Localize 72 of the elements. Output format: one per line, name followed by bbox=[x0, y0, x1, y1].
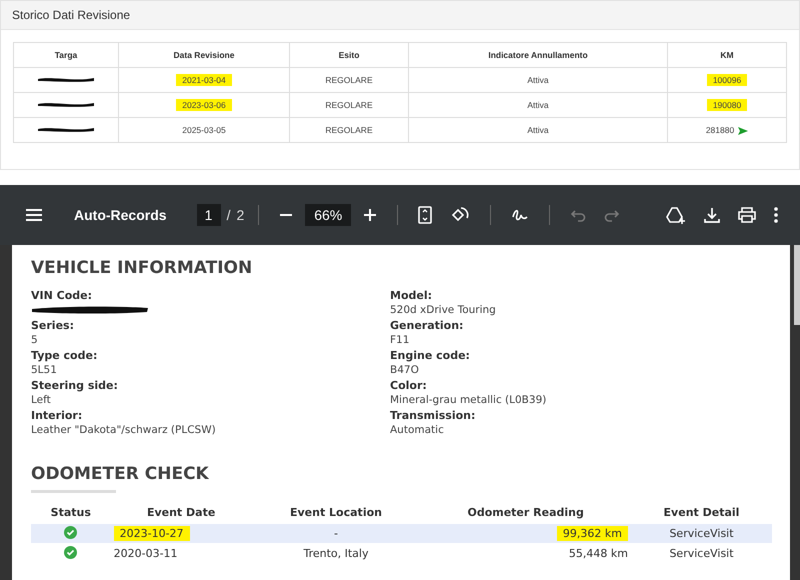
column-header: KM bbox=[668, 42, 786, 68]
km-text: 100096 bbox=[706, 74, 748, 86]
page-count: 2 bbox=[236, 207, 244, 223]
column-header: Event Date bbox=[146, 506, 216, 521]
reading-text: 99,362 km bbox=[556, 526, 628, 541]
field-label: Steering side: bbox=[31, 378, 118, 393]
column-header: Data Revisione bbox=[118, 42, 290, 68]
column-header: Event Detail bbox=[662, 506, 740, 521]
column-header: Status bbox=[50, 506, 92, 521]
download-icon bbox=[704, 207, 720, 223]
field-label: Type code: bbox=[31, 348, 98, 363]
field-label: Transmission: bbox=[390, 408, 476, 423]
detail-text: ServiceVisit bbox=[669, 527, 734, 540]
plus-icon bbox=[363, 208, 378, 222]
status-text: Attiva bbox=[527, 100, 549, 110]
field-label: Series: bbox=[31, 318, 74, 333]
field-label: VIN Code: bbox=[31, 288, 92, 303]
date-text: 2023-03-06 bbox=[176, 99, 232, 111]
field-label: Generation: bbox=[390, 318, 464, 333]
print-icon bbox=[738, 207, 756, 223]
column-header: Event Location bbox=[288, 506, 383, 521]
triangle-plus-icon bbox=[666, 206, 686, 224]
result-text: REGOLARE bbox=[325, 75, 373, 85]
km-text: 190080 bbox=[706, 99, 748, 111]
undo-icon bbox=[570, 208, 586, 222]
km-text: 281880 bbox=[706, 125, 734, 135]
field-value: 520d xDrive Touring bbox=[390, 303, 496, 318]
redaction-mark bbox=[36, 100, 96, 108]
result-text: REGOLARE bbox=[325, 125, 373, 135]
section-heading: ODOMETER CHECK bbox=[31, 464, 210, 484]
location-text: - bbox=[334, 527, 338, 540]
field-label: Interior: bbox=[31, 408, 82, 423]
column-header: Odometer Reading bbox=[466, 506, 585, 521]
field-value: Mineral-grau metallic (L0B39) bbox=[390, 393, 546, 408]
column-header: Targa bbox=[14, 42, 118, 68]
redaction-mark bbox=[36, 75, 96, 83]
document-title: Auto-Records bbox=[74, 207, 167, 223]
redo-icon bbox=[604, 208, 620, 222]
result-text: REGOLARE bbox=[325, 100, 373, 110]
field-label: Color: bbox=[390, 378, 427, 393]
fit-page-icon bbox=[418, 206, 432, 224]
status-text: Attiva bbox=[527, 75, 549, 85]
date-text: 2023-10-27 bbox=[114, 526, 190, 541]
field-value: Left bbox=[31, 393, 51, 408]
rotate-icon bbox=[450, 206, 470, 224]
field-value: F11 bbox=[390, 333, 410, 348]
field-value: 5L51 bbox=[31, 363, 57, 378]
field-value: B47O bbox=[390, 363, 419, 378]
menu-icon bbox=[26, 209, 42, 221]
status-text: Attiva bbox=[527, 125, 549, 135]
reading-text: 55,448 km bbox=[568, 547, 628, 560]
signature-icon bbox=[511, 207, 530, 223]
column-header: Esito bbox=[290, 42, 408, 68]
scrollbar[interactable] bbox=[794, 245, 800, 325]
redaction-mark bbox=[36, 125, 96, 133]
date-text: 2021-03-04 bbox=[176, 74, 232, 86]
page-separator: / bbox=[226, 207, 230, 223]
field-value: 5 bbox=[31, 333, 38, 348]
date-text: 2020-03-11 bbox=[114, 547, 178, 560]
field-value: Automatic bbox=[390, 423, 444, 438]
date-text: 2025-03-05 bbox=[182, 125, 226, 135]
zoom-field[interactable]: 66% bbox=[305, 204, 352, 226]
panel-title: Storico Dati Revisione bbox=[12, 8, 130, 22]
column-header: Indicatore Annullamento bbox=[408, 42, 668, 68]
detail-text: ServiceVisit bbox=[669, 547, 734, 560]
location-text: Trento, Italy bbox=[303, 547, 368, 560]
field-label: Model: bbox=[390, 288, 432, 303]
field-label: Engine code: bbox=[390, 348, 470, 363]
more-icon bbox=[774, 207, 778, 223]
section-heading: VEHICLE INFORMATION bbox=[31, 258, 254, 278]
field-value: Leather "Dakota"/schwarz (PLCSW) bbox=[31, 423, 216, 438]
page-field[interactable]: 1 bbox=[196, 204, 221, 226]
